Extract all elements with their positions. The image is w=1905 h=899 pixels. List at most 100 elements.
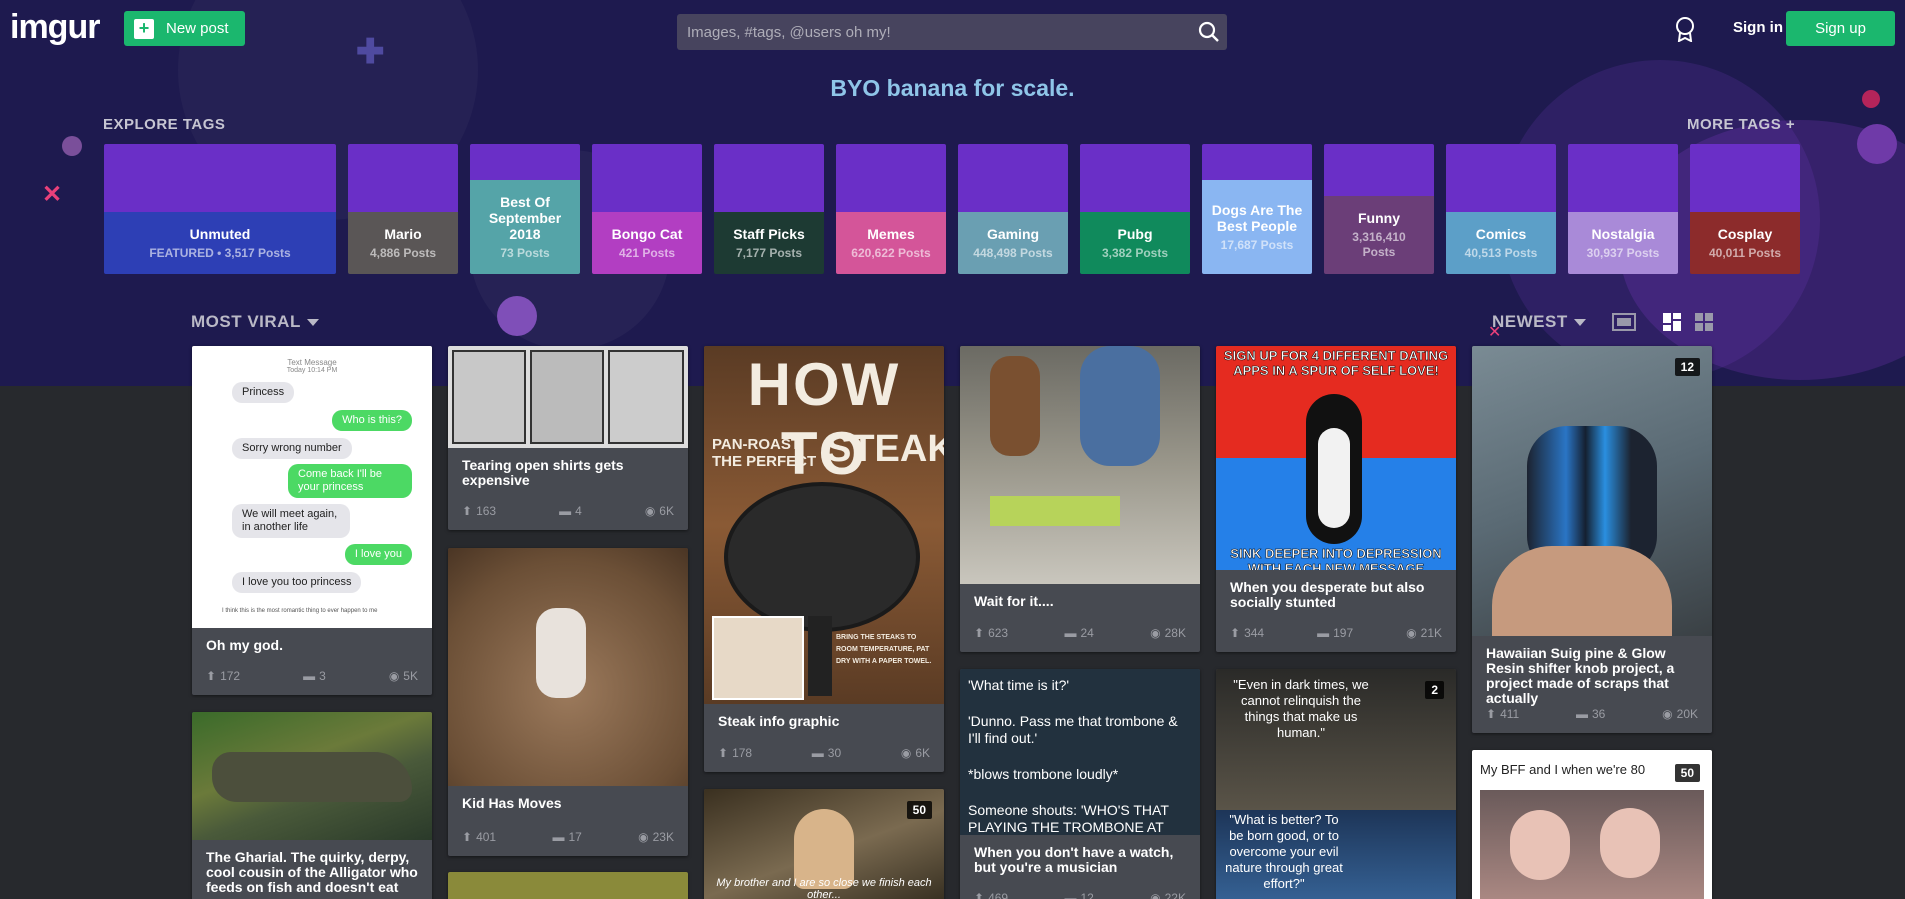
upvote-icon[interactable]: ⬆ [462,830,472,844]
post-image [1472,346,1712,636]
upvote-icon[interactable]: ⬆ [206,669,216,683]
post-card[interactable] [448,872,688,899]
post-card[interactable]: The Gharial. The quirky, derpy, cool cou… [192,712,432,899]
sign-in-link[interactable]: Sign in [1733,19,1783,36]
tag-posts: 3,382 Posts [1101,245,1169,260]
upvote-icon[interactable]: ⬆ [974,626,984,640]
meme-bottom-text: SINK DEEPER INTO DEPRESSION WITH EACH NE… [1230,546,1442,570]
tag-image [958,144,1068,212]
post-image: "What is better? To be born good, or to … [1216,810,1456,899]
upvote-count: 411 [1500,707,1520,721]
post-image: "Even in dark times, we cannot relinquis… [1216,669,1456,810]
tag-posts: 4,886 Posts [369,245,437,260]
tag-posts: 73 Posts [500,245,550,260]
award-icon[interactable] [1673,16,1697,43]
list-view-icon[interactable] [1612,313,1636,336]
most-viral-dropdown[interactable]: MOST VIRAL [191,312,319,332]
tag-staff-picks[interactable]: Staff Picks 7,177 Posts [714,144,824,274]
album-count-badge: 2 [1425,681,1444,699]
tag-unmuted[interactable]: Unmuted FEATURED • 3,517 Posts [104,144,336,274]
upvote-icon[interactable]: ⬆ [1486,707,1496,721]
search-input[interactable] [677,23,1191,41]
tweet-line: 'What time is it?' [968,677,1070,693]
tag-posts: 17,687 Posts [1220,237,1294,252]
views-icon: ◉ [1662,707,1673,721]
grid-view-icon[interactable] [1695,313,1713,336]
comment-icon: ▬ [303,669,316,683]
post-image [1480,790,1704,899]
tag-comics[interactable]: Comics 40,513 Posts [1446,144,1556,274]
tag-nostalgia[interactable]: Nostalgia 30,937 Posts [1568,144,1678,274]
comment-count: 12 [1080,891,1094,899]
sms-bubble: Princess [232,382,295,403]
post-title: Kid Has Moves [462,795,562,811]
waterfall-view-icon[interactable] [1663,313,1681,336]
upvote-icon[interactable]: ⬆ [974,891,984,899]
tag-name: Best Of September 2018 [488,193,562,242]
upvote-count: 623 [988,626,1009,640]
sign-up-button[interactable]: Sign up [1786,11,1895,46]
tag-cosplay[interactable]: Cosplay 40,011 Posts [1690,144,1800,274]
quote-text: "What is better? To be born good, or to … [1225,812,1343,891]
post-card[interactable]: "Even in dark times, we cannot relinquis… [1216,669,1456,899]
tag-name: Gaming [986,225,1040,242]
search-bar [677,14,1227,50]
glasses-shape [990,496,1120,526]
views-icon: ◉ [1150,891,1161,899]
post-card[interactable]: My brother and I are so close we finish … [704,789,944,899]
sms-time: Today 10:14 PM [286,367,338,374]
tag-posts: 620,622 Posts [851,245,931,260]
newest-dropdown[interactable]: NEWEST [1492,312,1586,332]
post-card[interactable]: Wait for it.... ⬆ 623 ▬ 24 ◉ 28K [960,346,1200,652]
tag-image [104,144,336,212]
post-stats: ⬆ 178 ▬ 30 ◉ 6K [718,746,930,760]
tag-memes[interactable]: Memes 620,622 Posts [836,144,946,274]
upvote-count: 163 [476,504,497,518]
post-card[interactable]: HOW TO PAN-ROAST THE PERFECT STEAK BRING… [704,346,944,772]
views-icon: ◉ [1406,626,1417,640]
post-card[interactable]: 12 Hawaiian Suig pine & Glow Resin shift… [1472,346,1712,733]
post-image: 'What time is it?' 'Dunno. Pass me that … [960,669,1200,835]
tag-bongo-cat[interactable]: Bongo Cat 421 Posts [592,144,702,274]
meme-top-text: SIGN UP FOR 4 DIFFERENT DATING APPS IN A… [1223,348,1449,379]
newest-label: NEWEST [1492,312,1568,331]
post-card[interactable]: SIGN UP FOR 4 DIFFERENT DATING APPS IN A… [1216,346,1456,652]
imgur-logo[interactable]: imgur [10,8,100,47]
search-icon[interactable] [1191,14,1227,50]
post-card[interactable]: Tearing open shirts gets expensive ⬆ 163 … [448,346,688,530]
steak-photo [712,616,804,700]
tag-gaming[interactable]: Gaming 448,498 Posts [958,144,1068,274]
goat-shape [536,608,586,698]
quote-text: "Even in dark times, we cannot relinquis… [1233,677,1369,740]
skillet-shape [724,482,920,632]
post-card[interactable]: My BFF and I when we're 80 50 [1472,750,1712,899]
tag-best-of-september-2018[interactable]: Best Of September 2018 73 Posts [470,144,580,274]
comment-count: 3 [319,669,326,683]
tag-image [1324,144,1434,196]
upvote-icon[interactable]: ⬆ [718,746,728,760]
tag-posts: 448,498 Posts [973,245,1053,260]
tag-mario[interactable]: Mario 4,886 Posts [348,144,458,274]
tag-name: Memes [867,225,915,242]
tag-posts: 30,937 Posts [1586,245,1660,260]
gharial-shape [212,752,412,802]
post-image [448,548,688,786]
tag-pubg[interactable]: Pubg 3,382 Posts [1080,144,1190,274]
sms-header: Text Message [287,358,337,367]
comic-panel [452,350,526,444]
upvote-icon[interactable]: ⬆ [462,504,472,518]
upvote-icon[interactable]: ⬆ [1230,626,1240,640]
more-tags-link[interactable]: MORE TAGS + [1687,116,1795,133]
post-card[interactable]: Text Message Today 10:14 PM Princess Who… [192,346,432,695]
post-card[interactable]: Kid Has Moves ⬆ 401 ▬ 17 ◉ 23K [448,548,688,856]
sms-comment: I think this is the most romantic thing … [222,608,378,614]
tag-dogs-are-the-best-people[interactable]: Dogs Are The Best People 17,687 Posts [1202,144,1312,274]
post-card[interactable]: 'What time is it?' 'Dunno. Pass me that … [960,669,1200,899]
comment-count: 17 [568,830,582,844]
decor-plus: ✚ [356,33,385,71]
comment-icon: ▬ [1064,891,1077,899]
tag-funny[interactable]: Funny 3,316,410 Posts [1324,144,1434,274]
sms-bubble: Who is this? [332,410,412,431]
person-shape [1600,808,1660,878]
new-post-button[interactable]: + New post [124,11,245,46]
